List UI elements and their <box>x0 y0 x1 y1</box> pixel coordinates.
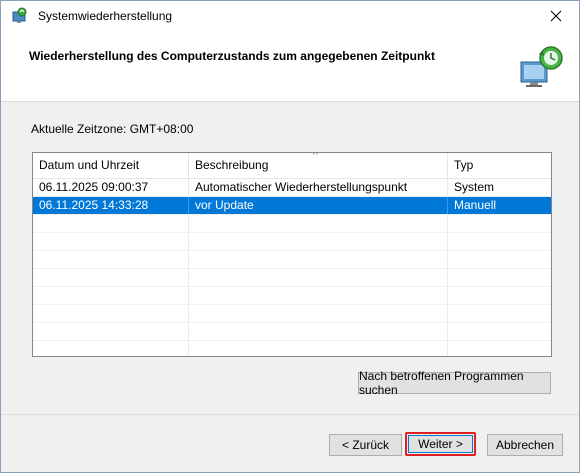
column-header-date[interactable]: Datum und Uhrzeit <box>33 153 189 178</box>
close-button[interactable] <box>533 1 579 31</box>
table-row[interactable]: 06.11.2025 09:00:37 Automatischer Wieder… <box>33 179 551 197</box>
sort-ascending-icon: ^ <box>313 152 318 161</box>
title-bar: Systemwiederherstellung <box>1 1 579 31</box>
cell-type: Manuell <box>454 198 497 212</box>
empty-row <box>33 269 551 287</box>
empty-row <box>33 215 551 233</box>
empty-row <box>33 287 551 305</box>
system-restore-app-icon <box>12 7 27 23</box>
cell-description: Automatischer Wiederherstellungspunkt <box>189 179 448 196</box>
cell-date: 06.11.2025 14:33:28 <box>33 197 189 214</box>
empty-row <box>33 323 551 341</box>
list-header: Datum und Uhrzeit Beschreibung Typ ^ <box>33 153 551 179</box>
next-button[interactable]: Weiter > <box>408 435 473 453</box>
column-header-description[interactable]: Beschreibung <box>189 153 448 178</box>
empty-row <box>33 305 551 323</box>
empty-row <box>33 341 551 356</box>
scan-affected-programs-button[interactable]: Nach betroffenen Programmen suchen <box>358 369 551 397</box>
window-title: Systemwiederherstellung <box>38 9 173 23</box>
system-restore-illustration-icon <box>520 46 563 87</box>
cell-type: System <box>454 180 495 194</box>
next-button-highlight: Weiter > <box>405 432 476 456</box>
system-restore-window: Systemwiederherstellung Wiederherstellun… <box>0 0 580 473</box>
restore-points-list[interactable]: Datum und Uhrzeit Beschreibung Typ ^ 06.… <box>32 152 552 357</box>
table-row-selected[interactable]: 06.11.2025 14:33:28 vor Update Manuell <box>33 197 551 215</box>
timezone-label: Aktuelle Zeitzone: GMT+08:00 <box>31 122 194 136</box>
empty-row <box>33 233 551 251</box>
footer-divider <box>1 414 579 415</box>
wizard-header: Wiederherstellung des Computerzustands z… <box>1 31 579 102</box>
list-body: 06.11.2025 09:00:37 Automatischer Wieder… <box>33 179 551 356</box>
column-header-type[interactable]: Typ <box>448 153 551 178</box>
empty-row <box>33 251 551 269</box>
cell-date: 06.11.2025 09:00:37 <box>33 179 189 196</box>
page-title: Wiederherstellung des Computerzustands z… <box>29 49 435 63</box>
cancel-button[interactable]: Abbrechen <box>487 434 563 456</box>
back-button[interactable]: < Zurück <box>329 434 402 456</box>
cell-description: vor Update <box>189 197 448 214</box>
close-icon <box>550 10 562 22</box>
